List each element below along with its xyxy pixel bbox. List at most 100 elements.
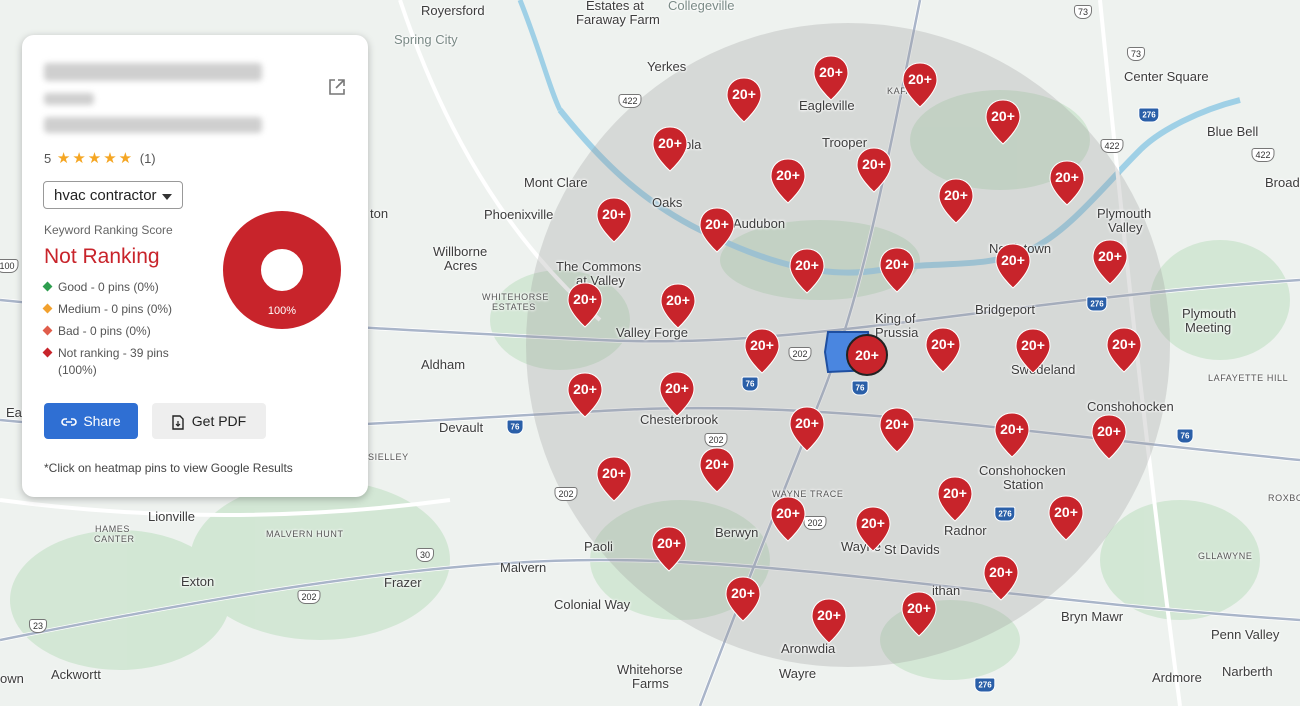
heatmap-pin[interactable]: 20+ [879,247,915,293]
interstate-shield: 276 [1138,107,1160,123]
route-shield: 422 [618,94,642,108]
interstate-shield: 76 [1176,428,1194,444]
keyword-dropdown[interactable]: hvac contractor [43,181,183,209]
heatmap-pin-label: 20+ [1097,423,1121,439]
route-shield: 422 [1100,139,1124,153]
share-button[interactable]: Share [44,403,138,439]
heatmap-pin[interactable]: 20+ [660,283,696,329]
heatmap-pin-label: 20+ [1055,169,1079,185]
heatmap-pin[interactable]: 20+ [937,476,973,522]
heatmap-pin-label: 20+ [861,515,885,531]
heatmap-pin-label: 20+ [705,216,729,232]
heatmap-pin[interactable]: 20+ [651,526,687,572]
place-label: Conshohocken [979,463,1066,478]
place-label: Mont Clare [524,175,588,190]
link-icon [61,418,78,427]
place-label: Wayre [779,666,817,681]
heatmap-pin[interactable]: 20+ [985,99,1021,145]
place-label: Plymouth [1182,306,1237,321]
heatmap-pin[interactable]: 20+ [770,158,806,204]
score-label: Keyword Ranking Score [44,223,173,237]
heatmap-pin[interactable]: 20+ [925,327,961,373]
heatmap-pin[interactable]: 20+ [725,576,761,622]
heatmap-pin[interactable]: 20+ [902,62,938,108]
donut-percent-label: 100% [268,305,296,317]
heatmap-pin[interactable]: 20+ [744,328,780,374]
route-shield: 73 [1073,5,1093,19]
heatmap-pin-label: 20+ [862,156,886,172]
route-shield: 202 [704,433,728,447]
place-label: Audubon [733,216,786,231]
external-link-icon[interactable] [326,76,348,98]
chevron-down-icon [162,194,172,200]
share-button-label: Share [83,413,121,429]
star-icon: ★ [72,150,86,167]
heatmap-pin[interactable]: 20+ [811,598,847,644]
interstate-shield: 276 [974,677,996,693]
heatmap-pin[interactable]: 20+ [726,77,762,123]
rating-row: 5 ★ ★ ★ ★ ★ (1) [44,149,156,167]
place-label: Malvern [500,560,547,575]
place-label: Whitehorse [617,662,683,677]
place-label: The Commons [556,259,642,274]
heatmap-pin-label: 20+ [908,71,932,87]
heatmap-pin[interactable]: 20+ [1092,239,1128,285]
heatmap-pin[interactable]: 20+ [879,407,915,453]
donut-slice-not-ranking [223,211,341,329]
legend-good: Good - 0 pins (0%) [42,279,159,296]
heatmap-pin[interactable]: 20+ [938,178,974,224]
heatmap-pin[interactable]: 20+ [789,406,825,452]
place-label: Colonial Way [554,597,631,612]
heatmap-pin[interactable]: 20+ [659,371,695,417]
heatmap-pin[interactable]: 20+ [789,248,825,294]
place-label: St Davids [884,542,940,557]
business-center-pin[interactable]: 20+ [846,334,888,376]
heatmap-pin-label: 20+ [885,256,909,272]
heatmap-pin[interactable]: 20+ [652,126,688,172]
heatmap-pin[interactable]: 20+ [1049,160,1085,206]
place-label: Ea [6,405,22,420]
heatmap-pin[interactable]: 20+ [994,412,1030,458]
interstate-shield: 76 [506,419,524,435]
heatmap-pin[interactable]: 20+ [901,591,937,637]
heatmap-pin-label: 20+ [1000,421,1024,437]
get-pdf-button[interactable]: Get PDF [152,403,266,439]
heatmap-pin[interactable]: 20+ [567,372,603,418]
place-label: Valley [1108,220,1143,235]
heatmap-pin-label: 20+ [1001,252,1025,268]
place-label: Devault [439,420,484,435]
rating-count: (1) [139,151,156,166]
heatmap-pin[interactable]: 20+ [856,147,892,193]
place-label: Blue Bell [1207,124,1259,139]
heatmap-pin[interactable]: 20+ [699,207,735,253]
heatmap-pin[interactable]: 20+ [596,197,632,243]
heatmap-pin[interactable]: 20+ [770,496,806,542]
footnote: *Click on heatmap pins to view Google Re… [44,461,293,475]
legend-medium-text: Medium - 0 pins (0%) [58,302,173,316]
place-label: Aldham [421,357,466,372]
heatmap-pin-label: 20+ [991,108,1015,124]
heatmap-pin[interactable]: 20+ [1091,414,1127,460]
heatmap-pin[interactable]: 20+ [995,243,1031,289]
heatmap-pin[interactable]: 20+ [567,282,603,328]
heatmap-pin[interactable]: 20+ [1048,495,1084,541]
heatmap-pin[interactable]: 20+ [699,447,735,493]
place-label: Meeting [1185,320,1232,335]
heatmap-pin-label: 20+ [1112,336,1136,352]
heatmap-pin-label: 20+ [944,187,968,203]
place-label: Station [1003,477,1044,492]
heatmap-pin[interactable]: 20+ [855,506,891,552]
heatmap-pin[interactable]: 20+ [983,555,1019,601]
file-download-icon [172,415,184,430]
place-label: Acres [444,258,478,273]
heatmap-pin[interactable]: 20+ [1015,328,1051,374]
blurred-business-address [44,117,262,133]
heatmap-pin[interactable]: 20+ [596,456,632,502]
place-label: Bridgeport [975,302,1035,317]
score-value: Not Ranking [44,245,160,268]
star-icon: ★ [103,150,117,167]
place-label: WHITEHORSE [482,292,550,302]
heatmap-pin-label: 20+ [1098,248,1122,264]
heatmap-pin[interactable]: 20+ [813,55,849,101]
heatmap-pin[interactable]: 20+ [1106,327,1142,373]
